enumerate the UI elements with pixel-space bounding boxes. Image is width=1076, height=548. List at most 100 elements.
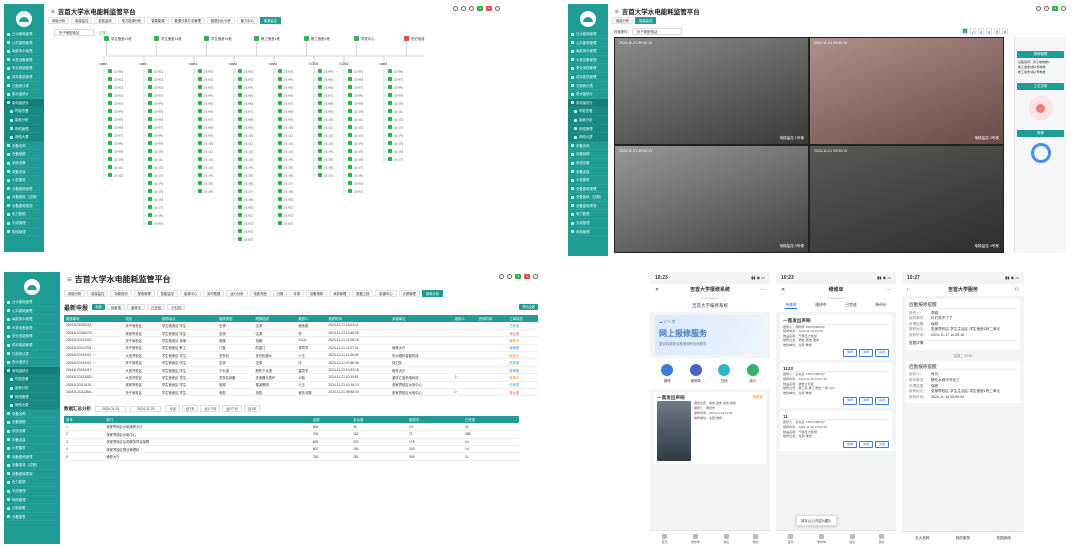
table-row[interactable]: 20241120134417... 大田湾校区 学生宿舍区·学生... 洗衣机 洗衣机漏…: [64, 351, 538, 360]
tab-item[interactable]: 配电管理: [133, 290, 155, 297]
table-row[interactable]: 20241120131830... 大田湾校区 学生宿舍区·学生... 洗衣机设备 洗涤…: [64, 373, 538, 382]
bell-icon[interactable]: [469, 6, 475, 11]
sidebar-item[interactable]: 电力数据: [4, 478, 60, 488]
sidebar-item[interactable]: 网络大屏: [568, 133, 608, 142]
quick-action[interactable]: 维修单: [689, 364, 702, 383]
sidebar-item[interactable]: 网络管理: [4, 496, 60, 505]
sidebar-item[interactable]: 设备连接: [4, 436, 60, 445]
sidebar-item[interactable]: 网络大屏: [4, 401, 60, 410]
order-action-button[interactable]: 催单: [842, 440, 857, 449]
tab-item[interactable]: 能源监控: [259, 17, 282, 24]
fullscreen-icon[interactable]: [461, 6, 467, 11]
date-to-input[interactable]: 2024-11-20: [130, 405, 162, 412]
page-number[interactable]: 6: [1002, 28, 1008, 34]
order-action-button[interactable]: 完成: [874, 397, 889, 405]
avatar[interactable]: [1061, 6, 1066, 11]
filter-tab[interactable]: 已完成: [147, 304, 166, 310]
order-tab[interactable]: 已完成: [845, 303, 856, 309]
ptz-center-icon[interactable]: [1036, 103, 1045, 113]
refresh-icon[interactable]: [1030, 143, 1051, 163]
sidebar-item[interactable]: 系统设置: [4, 159, 44, 168]
range-button[interactable]: 近1个月: [200, 405, 221, 413]
sidebar-item[interactable]: 能耗分析: [568, 115, 608, 125]
tab-item[interactable]: 数据上报: [352, 290, 374, 297]
sidebar-item[interactable]: 网络管理: [568, 124, 608, 134]
order-action-button[interactable]: 派单: [858, 397, 873, 405]
sidebar-item[interactable]: 用水量统计: [568, 90, 608, 99]
sidebar-item[interactable]: 电力数据: [4, 210, 44, 220]
avatar[interactable]: [533, 274, 538, 279]
camera-feed[interactable]: 2024-11-21 09:00:14 电梯监控 2号梯: [809, 37, 1004, 145]
tab-item[interactable]: 日报: [272, 290, 288, 297]
sidebar-item[interactable]: 网络管理: [568, 228, 608, 237]
tab-item[interactable]: 能源中心: [375, 290, 397, 297]
range-button[interactable]: 今天: [165, 405, 181, 413]
order-tab[interactable]: 维修中: [815, 303, 826, 309]
sidebar-item[interactable]: 成本能能管理: [4, 73, 44, 82]
camera-feed[interactable]: 2024-11-21 09:00:13 电梯监控 3号梯: [614, 145, 809, 253]
tab-item[interactable]: 复能监测: [94, 17, 116, 24]
quick-action[interactable]: 统计: [746, 364, 759, 383]
tabbar-item[interactable]: 维修单: [691, 534, 700, 544]
profile-icon[interactable]: ⚇: [1015, 284, 1019, 296]
table-row[interactable]: 20241120110709... 折子坡校区 学生宿舍区·教工... 门窗 防盗门 李同…: [64, 344, 538, 353]
tab-item[interactable]: 能量监控: [87, 290, 109, 297]
sidebar-item[interactable]: 日能统计表: [4, 82, 44, 91]
stats-row[interactable]: 3 张家界校区后勤服务项目保障 605 230 178 14: [64, 438, 520, 447]
search-icon[interactable]: [499, 274, 505, 279]
camera-feed[interactable]: 2024-11-21 09:00:12 电梯监控 1号梯: [614, 37, 809, 145]
tab-item[interactable]: 智能能源: [147, 17, 169, 24]
sidebar-item[interactable]: 水表设备管理: [4, 324, 60, 333]
back-icon[interactable]: ‹: [907, 284, 909, 296]
tab-item[interactable]: 电费充值: [249, 290, 271, 297]
more-icon[interactable]: ···: [760, 284, 765, 296]
sidebar-item[interactable]: 设备能耗（过期）: [4, 461, 60, 470]
filter-tab[interactable]: 维修中: [126, 304, 146, 310]
search-icon[interactable]: [1036, 6, 1042, 11]
table-row[interactable]: 20241120134417... 大田湾校区 学生宿舍区·学生... 下水道 厕所下水…: [64, 366, 538, 375]
ptz-control[interactable]: [1028, 96, 1053, 120]
filter-tab[interactable]: 已归档: [167, 304, 186, 310]
range-button[interactable]: 近3个月: [222, 405, 242, 413]
view-details-link[interactable]: 查看详情: [909, 340, 1017, 347]
search-input[interactable]: 折子坡配电站: [631, 28, 682, 35]
sidebar-item[interactable]: 设备能耗管理: [4, 185, 44, 194]
date-from-input[interactable]: 2024-01-01: [95, 405, 127, 412]
sidebar-item[interactable]: 系统设置: [568, 159, 608, 168]
stats-row[interactable]: 4 张家界校区物业管理科 602 194 200 14: [64, 445, 520, 454]
export-button[interactable]: 导出全部: [519, 304, 538, 310]
sidebar-item[interactable]: 用电量统计: [4, 366, 60, 376]
sidebar-item[interactable]: 设备能耗管理: [568, 185, 608, 194]
tab-item[interactable]: 能量监控: [635, 17, 657, 24]
tab-item[interactable]: 能源中心: [179, 290, 202, 297]
sidebar-item[interactable]: 公共能耗管理: [568, 39, 608, 48]
tab-item[interactable]: 数据对比分析: [206, 17, 235, 24]
sidebar-item[interactable]: 天线管理: [4, 487, 60, 496]
close-icon[interactable]: ✕: [781, 284, 785, 296]
sidebar-item[interactable]: 水表设备管理: [568, 56, 608, 65]
tab-item[interactable]: 数据分析汇总管理: [170, 17, 205, 24]
range-button[interactable]: 近7天: [182, 405, 199, 413]
table-row[interactable]: 20241120145279... 张家界校区 学生宿舍区·学生... 空调 空调学 20…: [64, 329, 538, 338]
sidebar-item[interactable]: 设备名称: [4, 410, 60, 419]
sidebar-item[interactable]: 每能用水管理: [4, 47, 44, 56]
sidebar-item[interactable]: 用电量统计: [568, 98, 608, 108]
sidebar-item[interactable]: 设备名称: [4, 142, 44, 151]
tab-item[interactable]: 月报: [289, 290, 304, 297]
page-number[interactable]: 3: [978, 28, 984, 34]
camera-feed[interactable]: 2024-11-21 09:00:15 电梯监控 4号梯: [809, 145, 1004, 253]
sidebar-item[interactable]: 设备能耗（过期）: [568, 193, 608, 202]
sidebar-item[interactable]: 日水能耗管理: [4, 30, 44, 39]
stats-row[interactable]: 1 张家界校区水电维修大厅 506 39 14 20: [64, 423, 520, 432]
tabbar-item[interactable]: 我的: [752, 534, 758, 544]
latest-repair-card[interactable]: 一直发出声响 待维修 报修位置：宿舍-宿舍-宿舍-宿舍 报修人：傅同学 报修时间：20…: [654, 392, 766, 464]
filter-tab[interactable]: 待审核: [106, 304, 125, 310]
sidebar-item[interactable]: 电力数据: [568, 210, 608, 220]
sidebar-item[interactable]: 日能统计表: [4, 350, 60, 359]
sidebar-item[interactable]: 采业用能管理: [4, 332, 60, 341]
quick-action[interactable]: 报修: [661, 364, 674, 383]
avatar[interactable]: [495, 6, 500, 11]
sidebar-item[interactable]: 采业用能管理: [4, 64, 44, 73]
sidebar-item[interactable]: 设备连接: [4, 168, 44, 177]
order-action-button[interactable]: 完成: [874, 349, 889, 357]
